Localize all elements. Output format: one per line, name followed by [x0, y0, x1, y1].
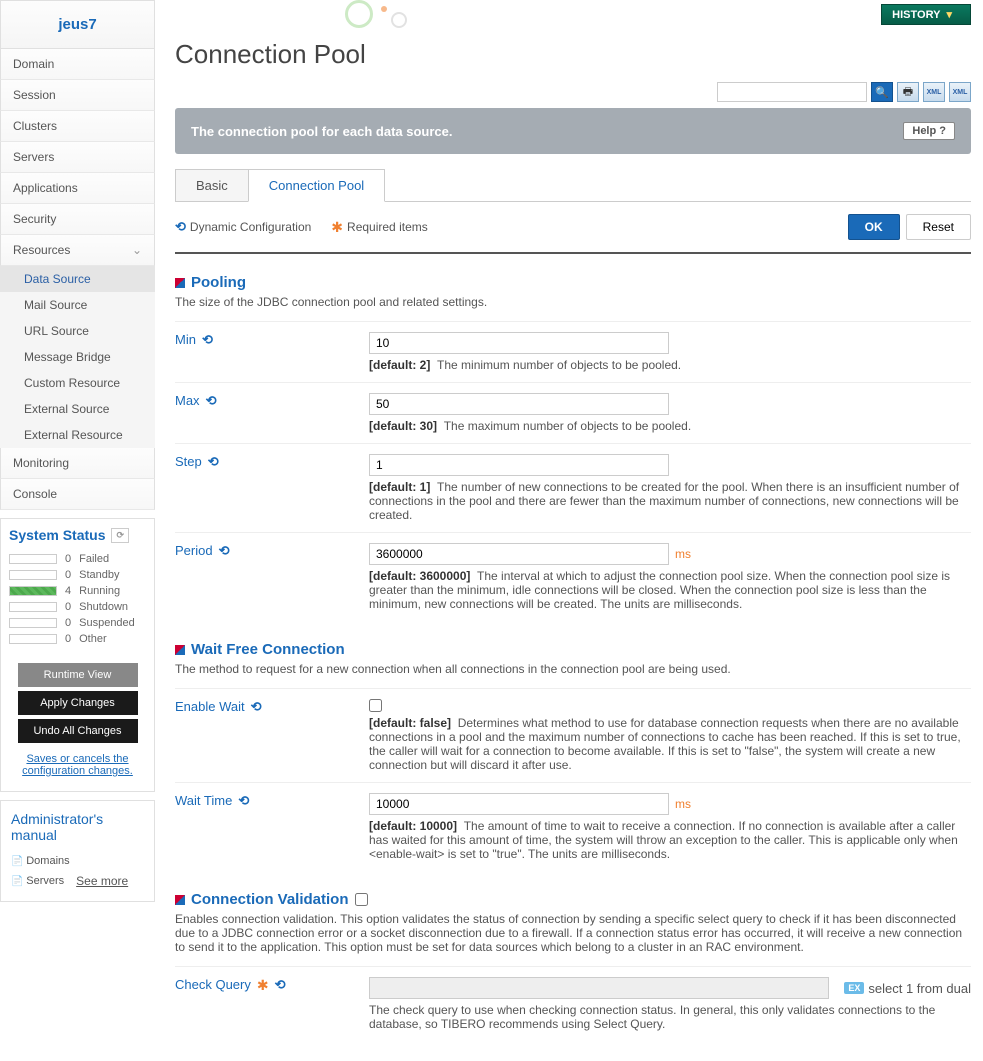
- validation-checkbox[interactable]: [355, 893, 368, 906]
- help-button[interactable]: Help ?: [903, 122, 955, 140]
- ok-button[interactable]: OK: [848, 214, 900, 240]
- search-input[interactable]: [717, 82, 867, 102]
- history-button[interactable]: HISTORY: [881, 4, 971, 25]
- nav-clusters[interactable]: Clusters: [0, 111, 155, 142]
- enable-wait-help: [default: false] Determines what method …: [369, 716, 971, 772]
- required-icon: ✱: [331, 219, 343, 236]
- sub-external-resource[interactable]: External Resource: [0, 422, 155, 448]
- legend-dynamic: ⟲Dynamic Configuration: [175, 219, 311, 236]
- description-bar: The connection pool for each data source…: [175, 108, 971, 154]
- nav-servers[interactable]: Servers: [0, 142, 155, 173]
- status-standby: 0Standby: [9, 567, 146, 583]
- legend-required: ✱Required items: [331, 219, 427, 236]
- validation-title: Connection Validation: [175, 891, 971, 908]
- page-title: Connection Pool: [175, 25, 971, 82]
- status-suspended: 0Suspended: [9, 615, 146, 631]
- max-input[interactable]: [369, 393, 669, 415]
- required-icon: ✱: [257, 977, 269, 994]
- system-status-title: System Status⟳: [9, 527, 146, 543]
- nav-monitoring[interactable]: Monitoring: [0, 448, 155, 479]
- sub-mail-source[interactable]: Mail Source: [0, 292, 155, 318]
- step-help: [default: 1] The number of new connectio…: [369, 480, 971, 522]
- max-label: Max⟲: [175, 393, 369, 433]
- runtime-view-button[interactable]: Runtime View: [18, 663, 138, 687]
- enable-wait-checkbox[interactable]: [369, 699, 382, 712]
- tab-basic[interactable]: Basic: [175, 169, 249, 202]
- admin-link-domains[interactable]: Domains: [11, 851, 144, 871]
- nav-domain[interactable]: Domain: [0, 49, 155, 80]
- dynamic-icon: ⟲: [219, 543, 230, 559]
- brand-logo[interactable]: jeus7: [0, 0, 155, 49]
- period-help: [default: 3600000] The interval at which…: [369, 569, 971, 611]
- period-input[interactable]: [369, 543, 669, 565]
- status-shutdown: 0Shutdown: [9, 599, 146, 615]
- dynamic-icon: ⟲: [206, 393, 217, 409]
- period-unit: ms: [675, 547, 691, 561]
- wait-title: Wait Free Connection: [175, 641, 971, 658]
- nav-console[interactable]: Console: [0, 479, 155, 510]
- validation-desc: Enables connection validation. This opti…: [175, 912, 971, 954]
- see-more-link[interactable]: See more: [76, 874, 128, 888]
- status-refresh-icon[interactable]: ⟳: [111, 528, 129, 543]
- pooling-title: Pooling: [175, 274, 971, 291]
- apply-changes-button[interactable]: Apply Changes: [18, 691, 138, 715]
- status-running: 4Running: [9, 583, 146, 599]
- sub-message-bridge[interactable]: Message Bridge: [0, 344, 155, 370]
- wait-time-help: [default: 10000] The amount of time to w…: [369, 819, 971, 861]
- nav-security[interactable]: Security: [0, 204, 155, 235]
- sub-custom-resource[interactable]: Custom Resource: [0, 370, 155, 396]
- reset-button[interactable]: Reset: [906, 214, 971, 240]
- sub-url-source[interactable]: URL Source: [0, 318, 155, 344]
- wait-time-input[interactable]: [369, 793, 669, 815]
- enable-wait-label: Enable Wait⟲: [175, 699, 369, 772]
- xml-export-icon[interactable]: XML: [949, 82, 971, 102]
- wait-time-label: Wait Time⟲: [175, 793, 369, 861]
- undo-changes-button[interactable]: Undo All Changes: [18, 719, 138, 743]
- step-input[interactable]: [369, 454, 669, 476]
- min-label: Min⟲: [175, 332, 369, 372]
- pooling-desc: The size of the JDBC connection pool and…: [175, 295, 971, 309]
- nav-session[interactable]: Session: [0, 80, 155, 111]
- nav-resources[interactable]: Resources: [0, 235, 155, 266]
- status-failed: 0Failed: [9, 551, 146, 567]
- dynamic-icon: ⟲: [251, 699, 262, 715]
- dynamic-icon: ⟲: [238, 793, 249, 809]
- wait-desc: The method to request for a new connecti…: [175, 662, 971, 676]
- sub-data-source[interactable]: Data Source: [0, 266, 155, 292]
- ex-badge: EX: [844, 982, 864, 994]
- print-icon[interactable]: 🖶: [897, 82, 919, 102]
- period-label: Period⟲: [175, 543, 369, 611]
- dynamic-icon: ⟲: [208, 454, 219, 470]
- dynamic-icon: ⟲: [202, 332, 213, 348]
- admin-link-servers[interactable]: Servers: [11, 871, 64, 891]
- dynamic-icon: ⟲: [175, 219, 186, 235]
- sub-external-source[interactable]: External Source: [0, 396, 155, 422]
- step-label: Step⟲: [175, 454, 369, 522]
- search-icon[interactable]: 🔍: [871, 82, 893, 102]
- check-query-help: The check query to use when checking con…: [369, 1003, 971, 1031]
- status-other: 0Other: [9, 631, 146, 647]
- dynamic-icon: ⟲: [275, 977, 286, 993]
- min-input[interactable]: [369, 332, 669, 354]
- check-query-input[interactable]: [369, 977, 829, 999]
- check-query-label: Check Query✱⟲: [175, 977, 369, 1031]
- check-query-example: select 1 from dual: [868, 981, 971, 996]
- tab-connection-pool[interactable]: Connection Pool: [248, 169, 385, 202]
- decorative-circles: [345, 0, 445, 30]
- nav-applications[interactable]: Applications: [0, 173, 155, 204]
- max-help: [default: 30] The maximum number of obje…: [369, 419, 971, 433]
- admin-manual-title: Administrator's manual: [11, 811, 144, 843]
- wait-time-unit: ms: [675, 797, 691, 811]
- xml-import-icon[interactable]: XML: [923, 82, 945, 102]
- min-help: [default: 2] The minimum number of objec…: [369, 358, 971, 372]
- save-cancel-note[interactable]: Saves or cancels the configuration chang…: [9, 747, 146, 783]
